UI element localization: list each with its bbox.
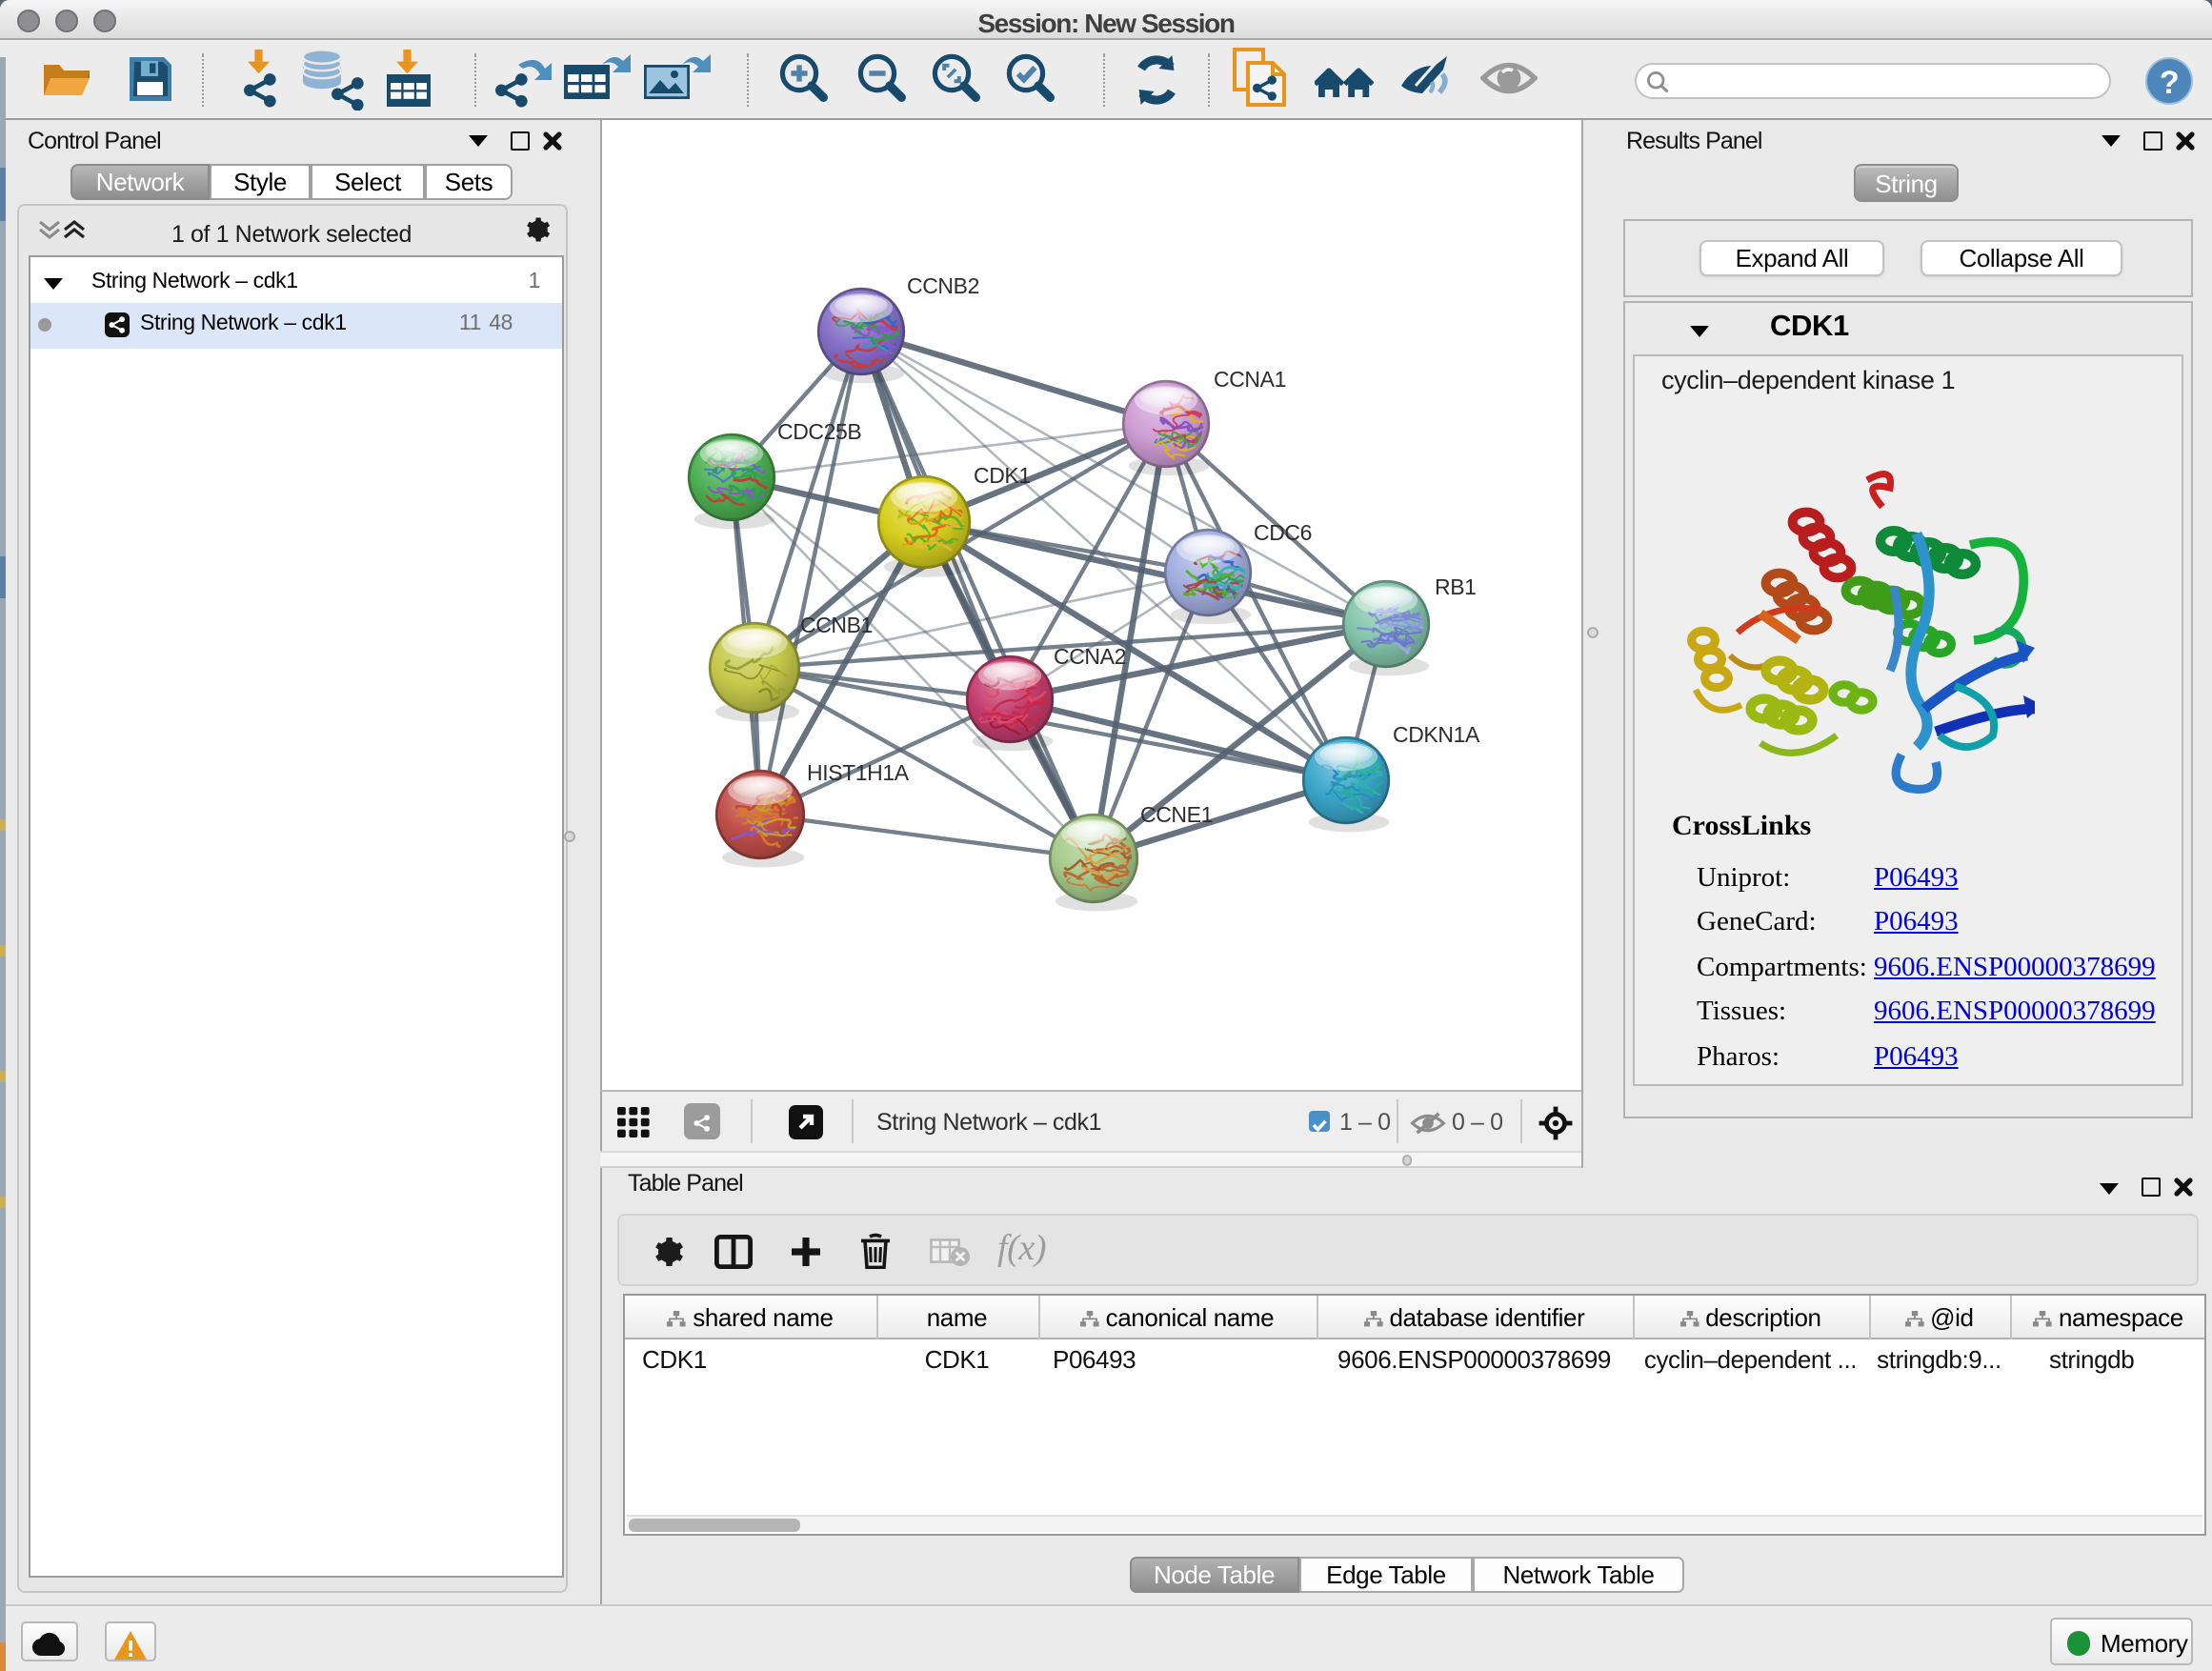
svg-text:CDK1: CDK1: [974, 463, 1031, 488]
svg-text:CDKN1A: CDKN1A: [1393, 722, 1480, 747]
svg-text:CDC6: CDC6: [1254, 520, 1312, 545]
svg-text:RB1: RB1: [1435, 574, 1477, 599]
svg-text:CCNB2: CCNB2: [907, 273, 979, 298]
svg-text:CCNA1: CCNA1: [1214, 367, 1286, 392]
svg-text:CCNB1: CCNB1: [800, 613, 873, 637]
svg-text:HIST1H1A: HIST1H1A: [807, 760, 910, 785]
svg-text:CCNE1: CCNE1: [1140, 802, 1213, 827]
svg-text:CCNA2: CCNA2: [1054, 644, 1126, 669]
svg-text:CDC25B: CDC25B: [777, 419, 861, 444]
